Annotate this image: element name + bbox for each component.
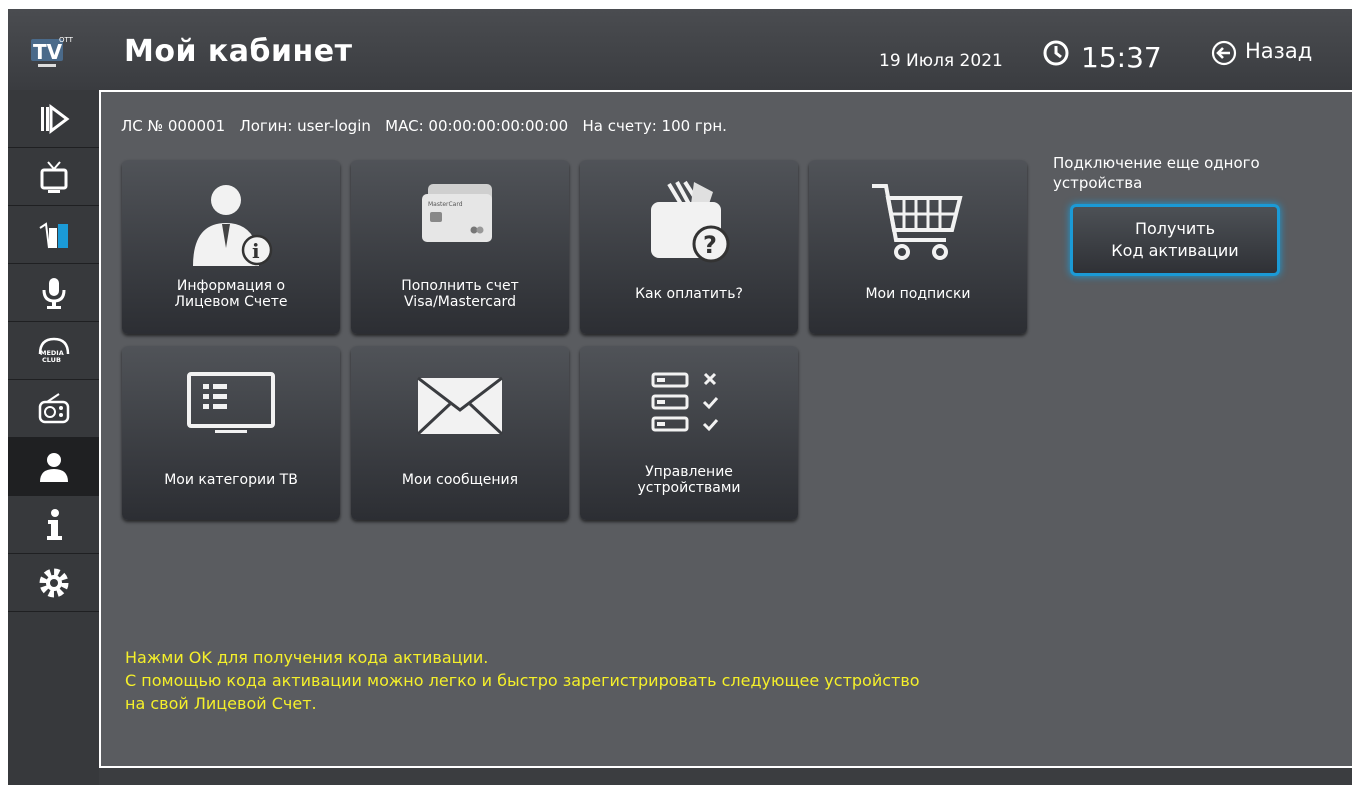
media-club-icon: MEDIA CLUB — [38, 337, 69, 364]
radio-icon — [38, 392, 69, 423]
date-display: 19 Июля 2021 — [879, 51, 1003, 71]
sidebar-item-account[interactable] — [8, 438, 99, 496]
bottom-bar — [99, 768, 1352, 785]
clock-icon — [1043, 40, 1069, 66]
main-content: ЛС № 000001 Логин: user-login MAC: 00:00… — [99, 90, 1352, 768]
tile-label: Мои сообщения — [401, 472, 519, 488]
account-info: ЛС № 000001 Логин: user-login MAC: 00:00… — [121, 117, 727, 135]
activation-note: Подключение еще одного устройства — [1053, 154, 1260, 192]
tile-top-up[interactable]: MasterCard Пополнить счет Visa/Mastercar… — [351, 160, 569, 334]
tile-label: Мои категории ТВ — [164, 472, 298, 488]
gear-icon — [39, 568, 68, 597]
sidebar-item-settings[interactable] — [8, 554, 99, 612]
tv-icon — [40, 160, 67, 193]
svg-text:OTT: OTT — [59, 36, 74, 44]
sidebar-item-tv[interactable] — [8, 148, 99, 206]
tile-subscriptions[interactable]: Мои подписки — [809, 160, 1027, 334]
user-info-icon: i — [193, 185, 273, 266]
tv-ott-logo: TV OTT — [31, 36, 74, 67]
envelope-icon — [416, 376, 504, 436]
tile-label: Информация о Лицевом Счете — [174, 278, 288, 310]
tv-list-icon — [187, 372, 275, 433]
info-icon — [46, 508, 62, 540]
tile-label: Пополнить счет Visa/Mastercard — [401, 278, 519, 310]
sidebar-item-karaoke[interactable] — [8, 264, 99, 322]
wallet-question-icon: ? — [651, 180, 730, 263]
get-activation-code-button[interactable]: Получить Код активации — [1070, 204, 1280, 276]
tile-label: Управление устройствами — [637, 464, 741, 496]
tile-account-info[interactable]: i Информация о Лицевом Счете — [122, 160, 340, 334]
svg-text:CLUB: CLUB — [42, 356, 61, 364]
tile-label: Как оплатить? — [635, 286, 743, 302]
microphone-icon — [42, 277, 65, 309]
back-arrow-icon — [1211, 40, 1237, 66]
credit-cards-icon: MasterCard — [422, 184, 492, 242]
page-title: Мой кабинет — [124, 34, 353, 69]
cart-icon — [872, 184, 963, 260]
svg-text:MasterCard: MasterCard — [428, 201, 463, 208]
sidebar-item-drinks[interactable] — [8, 206, 99, 264]
tile-label: Мои подписки — [865, 286, 971, 302]
sidebar: MEDIA CLUB — [8, 90, 99, 785]
header: TV OTT Мой кабинет 19 Июля 2021 15:37 На… — [8, 9, 1352, 90]
sidebar-item-media-club[interactable]: MEDIA CLUB — [8, 322, 99, 380]
sidebar-item-radio[interactable] — [8, 380, 99, 438]
time-display: 15:37 — [1081, 41, 1162, 74]
tile-tv-categories[interactable]: Мои категории ТВ — [122, 346, 340, 520]
sidebar-item-video[interactable] — [8, 90, 99, 148]
user-icon — [39, 452, 68, 482]
sidebar-item-info[interactable] — [8, 496, 99, 554]
app-window: TV OTT Мой кабинет 19 Июля 2021 15:37 На… — [8, 9, 1352, 785]
back-label: Назад — [1245, 39, 1313, 63]
tile-device-management[interactable]: Управление устройствами — [580, 346, 798, 520]
svg-text:i: i — [252, 239, 260, 263]
hint-text: Нажми OK для получения кода активации. С… — [125, 648, 920, 713]
drinks-icon — [38, 221, 68, 248]
tile-messages[interactable]: Мои сообщения — [351, 346, 569, 520]
device-list-icon — [651, 372, 719, 432]
tile-how-to-pay[interactable]: ? Как оплатить? — [580, 160, 798, 334]
svg-text:?: ? — [703, 231, 717, 259]
play-icon — [40, 103, 69, 134]
